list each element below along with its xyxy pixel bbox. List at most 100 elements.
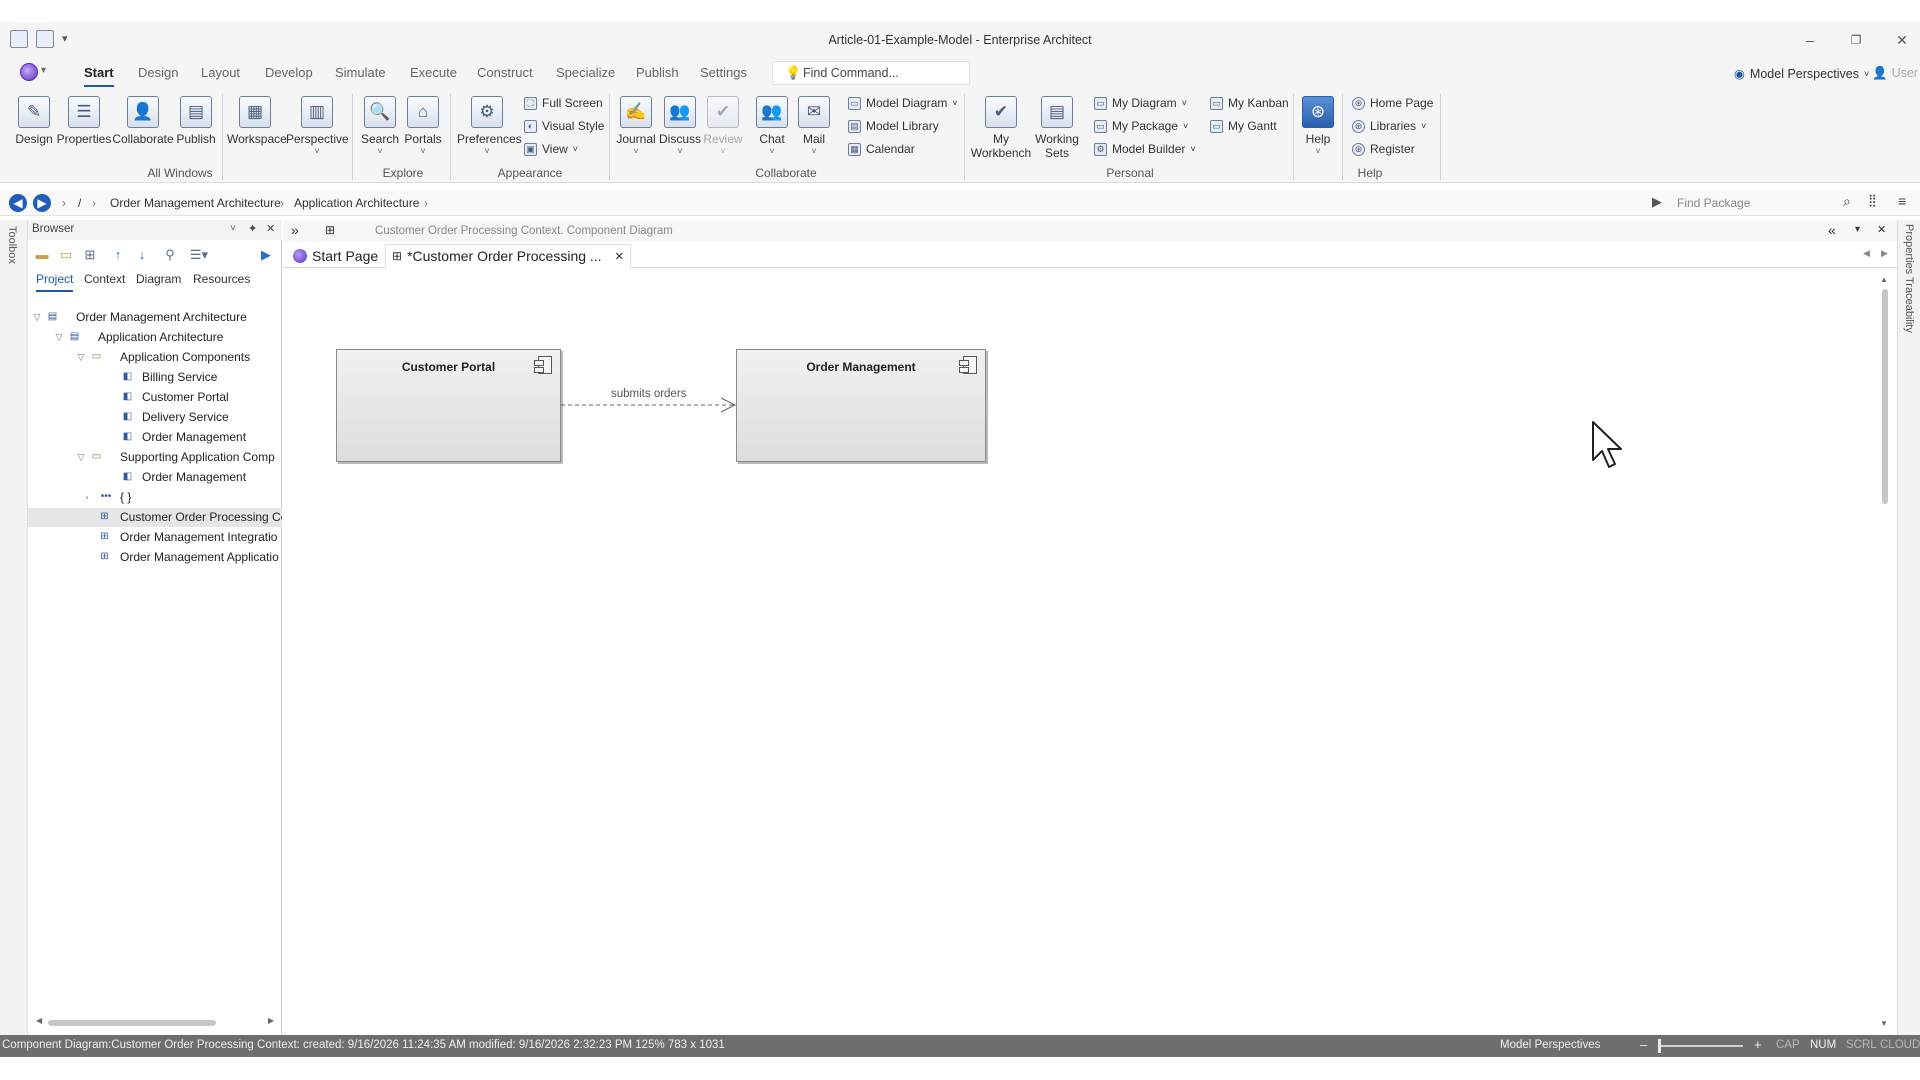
user-search-icon[interactable]: ⚲	[162, 247, 178, 263]
home-page-button[interactable]: ⊛ Home Page	[1352, 96, 1433, 110]
tab-settings[interactable]: Settings	[700, 65, 747, 80]
hamburger-menu-icon[interactable]: ≡	[1898, 193, 1906, 209]
play-icon[interactable]: ▶	[258, 247, 274, 263]
search-button[interactable]: 🔍 Search ˅	[359, 96, 401, 156]
scrollbar-thumb[interactable]	[1882, 289, 1888, 504]
expand-toggle-icon[interactable]: ›	[82, 488, 92, 507]
tab-start-page[interactable]: Start Page	[287, 244, 384, 268]
application-logo-icon[interactable]	[20, 63, 38, 81]
properties-traceability-tab[interactable]: Properties Traceability	[1903, 224, 1915, 333]
chevron-down-icon[interactable]: ˅	[230, 223, 236, 234]
search-icon[interactable]: ⌕	[1843, 193, 1851, 210]
close-icon[interactable]: ✕	[266, 222, 275, 235]
zoom-slider-knob[interactable]	[1658, 1039, 1661, 1053]
tree-item-package[interactable]: ▽ ▤ Application Architecture	[28, 328, 282, 347]
zoom-out-button[interactable]: –	[1640, 1037, 1647, 1052]
tab-publish[interactable]: Publish	[636, 65, 679, 80]
tab-customer-order-processing[interactable]: ⊞ *Customer Order Processing ... ✕	[385, 244, 631, 268]
model-diagram-button[interactable]: ▭ Model Diagram ˅	[848, 96, 958, 110]
scroll-up-icon[interactable]: ▲	[1880, 275, 1888, 284]
tree-item-diagram[interactable]: ⊞ Customer Order Processing Co	[28, 508, 282, 527]
find-command-input[interactable]: 💡 Find Command...	[772, 61, 970, 85]
scroll-down-icon[interactable]: ▼	[1880, 1019, 1888, 1028]
full-screen-button[interactable]: ⛶ Full Screen	[524, 96, 603, 110]
dropdown-icon[interactable]: ▾	[1855, 224, 1860, 235]
status-model-perspectives[interactable]: Model Perspectives	[1500, 1039, 1600, 1051]
scroll-right-icon[interactable]: ▶	[268, 1016, 274, 1025]
forward-arrow-icon[interactable]: ▶	[33, 194, 51, 212]
close-tab-icon[interactable]: ✕	[615, 250, 624, 263]
new-diagram-icon[interactable]: ⊞	[82, 247, 98, 263]
discuss-button[interactable]: 👥 Discuss ˅	[658, 96, 702, 156]
find-package-input[interactable]: Find Package	[1673, 192, 1843, 214]
scrollbar-thumb[interactable]	[48, 1020, 216, 1026]
my-kanban-button[interactable]: ▭ My Kanban	[1210, 96, 1289, 110]
menu-icon[interactable]: ☰▾	[186, 247, 212, 263]
zoom-in-button[interactable]: +	[1754, 1037, 1762, 1052]
model-builder-button[interactable]: ⚙ Model Builder ˅	[1094, 142, 1196, 156]
tab-context[interactable]: Context	[84, 272, 125, 286]
expand-panels-icon[interactable]: »	[291, 222, 299, 238]
tree-item-namespace[interactable]: › ••• { }	[28, 488, 282, 507]
breadcrumb-item[interactable]: Order Management Architecture	[110, 196, 281, 210]
breadcrumb-root[interactable]: /	[78, 196, 81, 210]
preferences-button[interactable]: ⚙ Preferences ˅	[457, 96, 522, 156]
component-order-management[interactable]: Order Management	[736, 349, 986, 462]
expand-toggle-icon[interactable]: ▽	[76, 348, 86, 367]
model-perspectives-button[interactable]: ◉ Model Perspectives ˅	[1734, 66, 1869, 82]
collaborate-button[interactable]: 👤 Collaborate	[112, 96, 174, 146]
arrow-up-icon[interactable]: ↑	[110, 247, 126, 263]
expand-toggle-icon[interactable]: ▽	[54, 328, 64, 347]
collapse-panels-icon[interactable]: «	[1828, 222, 1836, 238]
tree-item-folder[interactable]: ▽ ▭ Application Components	[28, 348, 282, 367]
tab-layout[interactable]: Layout	[201, 65, 240, 80]
view-button[interactable]: ▣ View ˅	[524, 142, 578, 156]
calendar-button[interactable]: ▦ Calendar	[848, 142, 915, 156]
help-button[interactable]: ⊛ Help ˅	[1298, 96, 1338, 156]
workspace-button[interactable]: ▦ Workspace	[227, 96, 287, 146]
tab-specialize[interactable]: Specialize	[556, 65, 615, 80]
connector-label[interactable]: submits orders	[611, 388, 686, 400]
horizontal-scrollbar[interactable]: ◀ ▶	[36, 1016, 276, 1028]
close-window-button[interactable]: ✕	[1892, 30, 1912, 50]
tree-item-component[interactable]: ◧ Order Management	[28, 428, 282, 447]
working-sets-button[interactable]: ▤ Working Sets	[1032, 96, 1082, 160]
design-button[interactable]: ✎ Design	[13, 96, 55, 146]
tab-project[interactable]: Project	[36, 272, 74, 292]
toolbox-tab[interactable]: Toolbox	[6, 226, 18, 264]
tab-scroll-right-icon[interactable]: ▶	[1881, 248, 1888, 259]
folder-icon[interactable]: ▭	[58, 247, 74, 263]
tree-item-diagram[interactable]: ⊞ Order Management Integratio	[28, 528, 282, 547]
grid-icon[interactable]: ⣿	[1868, 193, 1877, 207]
tab-start[interactable]: Start	[84, 65, 114, 87]
tree-item-diagram[interactable]: ⊞ Order Management Applicatio	[28, 548, 282, 567]
portals-button[interactable]: ⌂ Portals ˅	[402, 96, 444, 156]
tab-scroll-left-icon[interactable]: ◀	[1863, 248, 1870, 259]
pin-icon[interactable]: ✦	[248, 222, 257, 235]
my-diagram-button[interactable]: ▭ My Diagram ˅	[1094, 96, 1187, 110]
tab-design[interactable]: Design	[138, 65, 178, 80]
tree-item-folder[interactable]: ▽ ▭ Supporting Application Comp	[28, 448, 282, 467]
expand-toggle-icon[interactable]: ▽	[32, 308, 42, 327]
tree-item-component[interactable]: ◧ Order Management	[28, 468, 282, 487]
back-arrow-icon[interactable]: ◀	[9, 194, 27, 212]
tab-resources[interactable]: Resources	[193, 272, 250, 286]
perspective-button[interactable]: ▥ Perspective ˅	[286, 96, 349, 156]
diagram-canvas[interactable]: Customer Portal Order Management submits…	[283, 275, 1873, 1035]
tab-develop[interactable]: Develop	[265, 65, 313, 80]
my-gantt-button[interactable]: ▭ My Gantt	[1210, 119, 1277, 133]
my-workbench-button[interactable]: ✔ My Workbench	[970, 96, 1032, 160]
review-button[interactable]: ✔ Review ˅	[702, 96, 744, 156]
user-button[interactable]: 👤 User	[1872, 66, 1918, 81]
my-package-button[interactable]: ▭ My Package ˅	[1094, 119, 1188, 133]
new-package-icon[interactable]: ▬	[34, 247, 50, 263]
tab-simulate[interactable]: Simulate	[335, 65, 386, 80]
journal-button[interactable]: ✍ Journal ˅	[614, 96, 658, 156]
breadcrumb-item[interactable]: Application Architecture	[294, 196, 419, 210]
tab-execute[interactable]: Execute	[410, 65, 457, 80]
close-icon[interactable]: ✕	[1877, 223, 1886, 236]
visual-style-button[interactable]: ◐ Visual Style	[524, 119, 604, 133]
mail-button[interactable]: ✉ Mail ˅	[794, 96, 834, 156]
tree-item-component[interactable]: ◧ Delivery Service	[28, 408, 282, 427]
restore-button[interactable]: ❐	[1846, 30, 1866, 50]
